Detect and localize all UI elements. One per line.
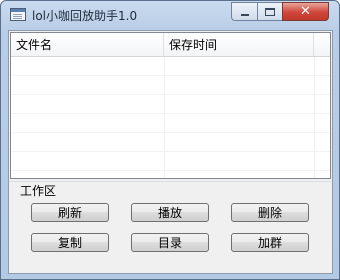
column-header-filler[interactable] xyxy=(314,33,330,56)
app-window-icon[interactable] xyxy=(10,8,26,21)
refresh-button[interactable]: 刷新 xyxy=(31,203,109,222)
list-header: 文件名 保存时间 xyxy=(11,33,330,57)
grid-line xyxy=(11,113,330,114)
minimize-icon xyxy=(240,13,249,16)
delete-button[interactable]: 删除 xyxy=(231,203,309,222)
column-header-filename[interactable]: 文件名 xyxy=(11,33,164,56)
client-area: 文件名 保存时间 工作区 刷新 播放 删除 复制 目录 加群 xyxy=(8,30,333,274)
maximize-button[interactable] xyxy=(257,2,282,21)
close-button[interactable]: ✕ xyxy=(282,2,329,21)
grid-line xyxy=(11,170,330,171)
join-group-button[interactable]: 加群 xyxy=(231,233,309,252)
grid-line xyxy=(11,151,330,152)
list-body[interactable] xyxy=(11,57,330,178)
app-window: lol小咖回放助手1.0 ✕ 文件名 保存时间 工作区 刷新 播放 删除 复制 … xyxy=(0,0,340,280)
directory-button[interactable]: 目录 xyxy=(131,233,209,252)
replay-file-list[interactable]: 文件名 保存时间 xyxy=(10,32,331,179)
grid-line xyxy=(11,75,330,76)
maximize-icon xyxy=(265,7,275,16)
title-bar[interactable]: lol小咖回放助手1.0 ✕ xyxy=(1,1,339,29)
play-button[interactable]: 播放 xyxy=(131,203,209,222)
work-area-label: 工作区 xyxy=(18,182,59,199)
copy-button[interactable]: 复制 xyxy=(31,233,109,252)
column-header-save-time[interactable]: 保存时间 xyxy=(164,33,314,56)
close-icon: ✕ xyxy=(300,4,311,19)
work-area-group: 工作区 刷新 播放 删除 复制 目录 加群 xyxy=(10,181,331,271)
minimize-button[interactable] xyxy=(231,2,257,21)
grid-line xyxy=(11,132,330,133)
grid-line xyxy=(11,94,330,95)
window-title: lol小咖回放助手1.0 xyxy=(32,9,138,23)
